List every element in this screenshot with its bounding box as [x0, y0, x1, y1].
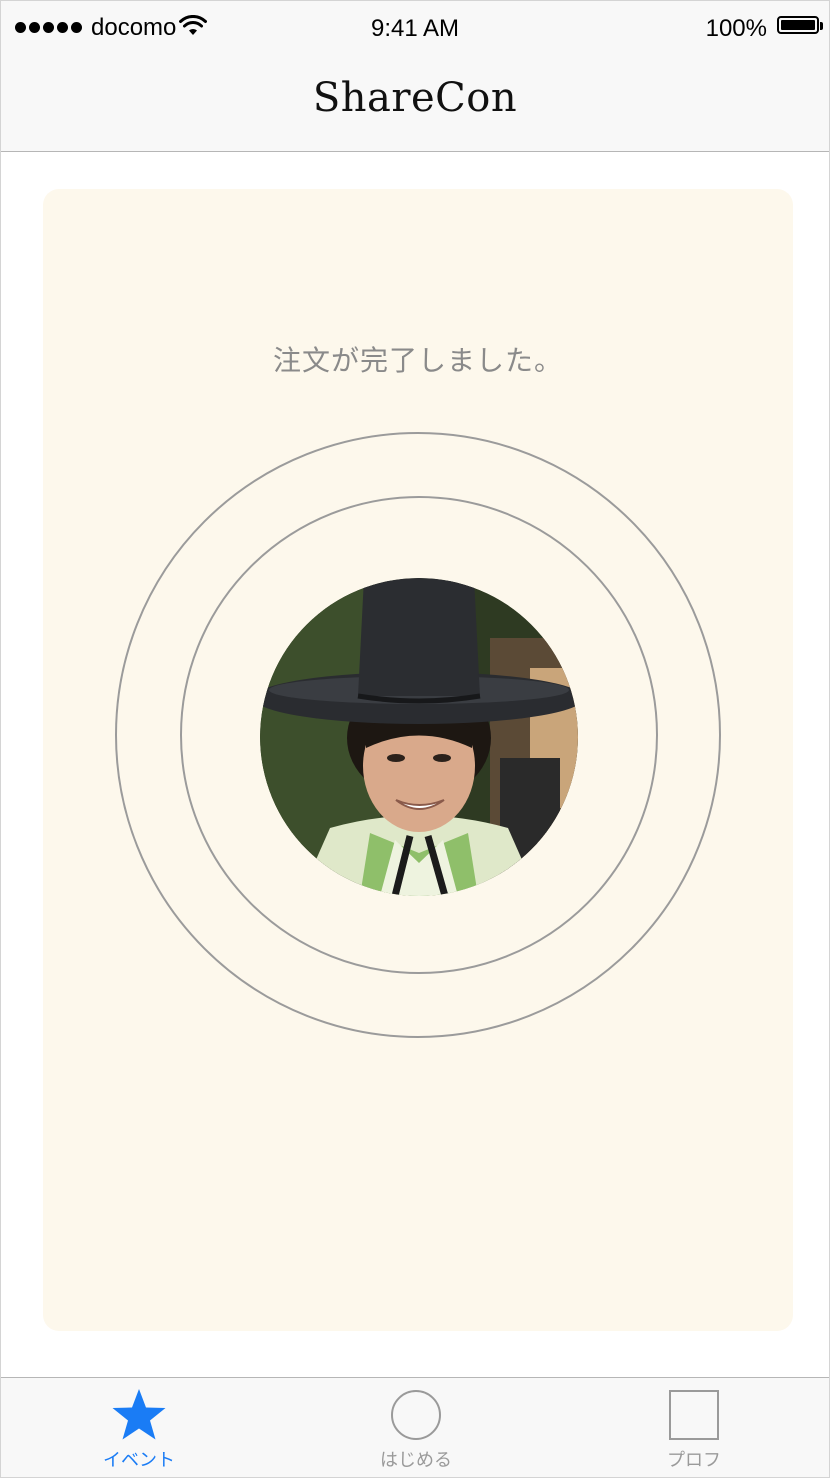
- tab-label: イベント: [103, 1450, 175, 1470]
- battery-percentage: 100%: [705, 15, 767, 42]
- status-bar: docomo 9:41 AM 100%: [1, 1, 829, 57]
- avatar: [260, 578, 578, 896]
- tab-start[interactable]: はじめる: [316, 1378, 516, 1477]
- battery-icon: [777, 16, 823, 34]
- tab-bar: イベント はじめる プロフ: [1, 1377, 829, 1477]
- app-title: ShareCon: [312, 75, 518, 121]
- tab-profile[interactable]: プロフ: [594, 1378, 794, 1477]
- profile-photo: [260, 578, 578, 896]
- tab-events[interactable]: イベント: [39, 1378, 239, 1477]
- tab-label: はじめる: [380, 1450, 452, 1470]
- order-complete-message: 注文が完了しました。: [272, 345, 563, 376]
- star-icon: [112, 1389, 166, 1440]
- square-icon: [669, 1390, 719, 1440]
- circle-icon: [391, 1390, 441, 1440]
- order-complete-card: 注文が完了しました。: [43, 189, 793, 1331]
- app-screen: docomo 9:41 AM 100% ShareCon 注文が完了しました。: [0, 0, 830, 1478]
- top-bar: docomo 9:41 AM 100% ShareCon: [1, 1, 829, 152]
- tab-label: プロフ: [667, 1450, 721, 1470]
